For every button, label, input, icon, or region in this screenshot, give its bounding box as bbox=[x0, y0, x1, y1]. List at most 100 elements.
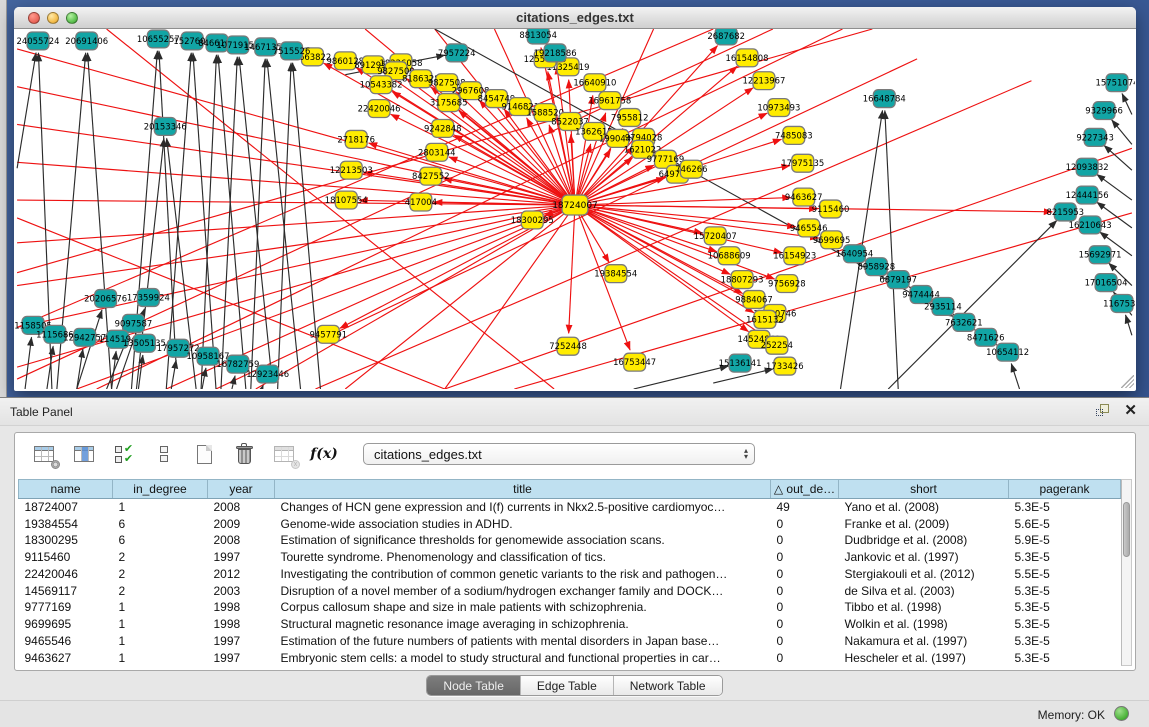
network-node[interactable]: 1167535 bbox=[1103, 295, 1135, 313]
network-node[interactable]: 12213503 bbox=[330, 161, 373, 179]
node-label: 9097587 bbox=[115, 318, 153, 328]
network-node[interactable]: 16640910 bbox=[573, 74, 616, 92]
network-node[interactable]: 2718176 bbox=[337, 130, 375, 148]
column-header-year[interactable]: year bbox=[208, 480, 275, 499]
table-cell: Structural magnetic resonance image aver… bbox=[275, 616, 771, 633]
network-window-title: citations_edges.txt bbox=[516, 10, 634, 25]
node-label: 9242848 bbox=[424, 123, 462, 133]
zoom-window-icon[interactable] bbox=[66, 12, 78, 24]
table-cell: 9699695 bbox=[19, 616, 113, 633]
network-node[interactable]: 9115460 bbox=[812, 200, 850, 218]
table-scrollbar-thumb[interactable] bbox=[1123, 502, 1130, 557]
table-cell: 1 bbox=[113, 616, 208, 633]
network-node[interactable]: 20691406 bbox=[65, 32, 108, 50]
network-node[interactable]: 417004 bbox=[405, 193, 437, 211]
network-graph[interactable]: 7663822986012889129541822605898275098186… bbox=[14, 29, 1135, 389]
network-node[interactable]: 24055724 bbox=[17, 32, 60, 50]
network-node[interactable]: 7485083 bbox=[775, 126, 813, 144]
network-node[interactable]: 7252448 bbox=[549, 337, 587, 355]
table-cell: Franke et al. (2009) bbox=[839, 515, 1009, 532]
table-row[interactable]: 1456911722003Disruption of a novel membe… bbox=[19, 582, 1121, 599]
network-node[interactable]: 15720407 bbox=[694, 227, 737, 245]
column-header-name[interactable]: name bbox=[19, 480, 113, 499]
network-node[interactable]: 7957224 bbox=[438, 44, 476, 62]
tab-node-table[interactable]: Node Table bbox=[427, 676, 521, 695]
network-node[interactable]: 17359924 bbox=[127, 289, 170, 307]
network-node[interactable]: 10688609 bbox=[708, 247, 751, 265]
network-node[interactable]: 2687682 bbox=[707, 29, 745, 45]
new-column-button[interactable] bbox=[191, 442, 217, 466]
network-window-titlebar[interactable]: citations_edges.txt bbox=[14, 7, 1136, 29]
network-node[interactable]: 10973493 bbox=[757, 99, 800, 117]
memory-ok-icon[interactable] bbox=[1114, 706, 1129, 721]
network-node[interactable]: 8813054 bbox=[519, 29, 557, 44]
network-node[interactable]: 19384554 bbox=[594, 265, 637, 283]
table-cell: Genome-wide association studies in ADHD. bbox=[275, 515, 771, 532]
close-panel-icon[interactable]: ✕ bbox=[1124, 403, 1137, 418]
table-cell: 5.3E-5 bbox=[1009, 649, 1121, 666]
table-cell: 49 bbox=[771, 499, 839, 516]
network-node[interactable]: 2803144 bbox=[418, 143, 456, 161]
network-node[interactable]: 1733426 bbox=[766, 357, 804, 375]
unselect-all-columns-button[interactable] bbox=[151, 442, 177, 466]
network-canvas[interactable]: 7663822986012889129541822605898275098186… bbox=[14, 29, 1135, 389]
network-node[interactable]: 9329966 bbox=[1085, 102, 1123, 120]
trash-icon bbox=[237, 445, 252, 464]
column-header-pagerank[interactable]: pagerank bbox=[1009, 480, 1121, 499]
network-node[interactable]: 8215953 bbox=[1046, 203, 1084, 221]
network-node[interactable]: 16648784 bbox=[863, 90, 906, 108]
network-node[interactable]: 17975135 bbox=[781, 154, 824, 172]
network-node[interactable]: 16154808 bbox=[726, 49, 769, 67]
node-label: 12213503 bbox=[330, 165, 373, 175]
network-node[interactable]: 15692971 bbox=[1079, 246, 1122, 264]
table-row[interactable]: 977716911998Corpus callosum shape and si… bbox=[19, 599, 1121, 616]
network-node[interactable]: 12093832 bbox=[1066, 158, 1109, 176]
column-header-indegree[interactable]: in_degree bbox=[113, 480, 208, 499]
show-columns-button[interactable] bbox=[71, 442, 97, 466]
network-node[interactable]: 15751074 bbox=[1096, 74, 1135, 92]
table-row[interactable]: 1938455462009Genome-wide association stu… bbox=[19, 515, 1121, 532]
network-node[interactable]: 9756928 bbox=[768, 275, 806, 293]
float-panel-icon[interactable] bbox=[1096, 403, 1112, 418]
delete-column-button[interactable] bbox=[231, 442, 257, 466]
network-node[interactable]: 20153346 bbox=[144, 118, 187, 136]
network-window[interactable]: citations_edges.txt 76638229860128891295… bbox=[14, 7, 1136, 391]
network-node[interactable]: 15136141 bbox=[719, 354, 762, 372]
network-node[interactable]: 18107554 bbox=[325, 191, 368, 209]
network-edge bbox=[454, 135, 575, 205]
column-header-short[interactable]: short bbox=[839, 480, 1009, 499]
table-cell: 0 bbox=[771, 532, 839, 549]
table-scrollbar[interactable] bbox=[1121, 479, 1132, 666]
fx-icon: f(x) bbox=[310, 446, 338, 462]
node-label: 7485083 bbox=[775, 130, 813, 140]
table-row[interactable]: 969969511998Structural magnetic resonanc… bbox=[19, 616, 1121, 633]
close-window-icon[interactable] bbox=[28, 12, 40, 24]
column-header-outde[interactable]: △ out_de… bbox=[771, 480, 839, 499]
table-cell: Disruption of a novel member of a sodium… bbox=[275, 582, 771, 599]
network-node[interactable]: 16154923 bbox=[773, 247, 816, 265]
network-node[interactable]: 16753447 bbox=[613, 353, 656, 371]
minimize-window-icon[interactable] bbox=[47, 12, 59, 24]
network-edge bbox=[159, 51, 176, 367]
network-node[interactable]: 17016504 bbox=[1085, 274, 1128, 292]
table-selector-dropdown[interactable]: citations_edges.txt ▴▾ bbox=[363, 443, 755, 465]
select-all-columns-button[interactable]: ✔ ✔ bbox=[111, 442, 137, 466]
table-settings-button[interactable] bbox=[31, 442, 57, 466]
column-header-title[interactable]: title bbox=[275, 480, 771, 499]
table-row[interactable]: 946362711997Embryonic stem cells: a mode… bbox=[19, 649, 1121, 666]
table-row[interactable]: 1830029562008Estimation of significance … bbox=[19, 532, 1121, 549]
function-builder-button[interactable]: f(x) bbox=[311, 442, 337, 466]
table-row[interactable]: 2242004622012Investigating the contribut… bbox=[19, 566, 1121, 583]
network-edge bbox=[202, 368, 206, 389]
network-node[interactable]: 12444156 bbox=[1066, 186, 1109, 204]
tab-edge-table[interactable]: Edge Table bbox=[521, 676, 614, 695]
table-row[interactable]: 946554611997Estimation of the future num… bbox=[19, 633, 1121, 650]
table-row[interactable]: 911546021997Tourette syndrome. Phenomeno… bbox=[19, 549, 1121, 566]
window-resize-grip[interactable] bbox=[1121, 375, 1134, 388]
node-label: 10688609 bbox=[708, 251, 751, 261]
node-label: 18724007 bbox=[552, 201, 598, 211]
table-row[interactable]: 1872400712008Changes of HCN gene express… bbox=[19, 499, 1121, 516]
table-cell: 0 bbox=[771, 649, 839, 666]
network-node[interactable]: 9227343 bbox=[1076, 128, 1114, 146]
tab-network-table[interactable]: Network Table bbox=[614, 676, 722, 695]
